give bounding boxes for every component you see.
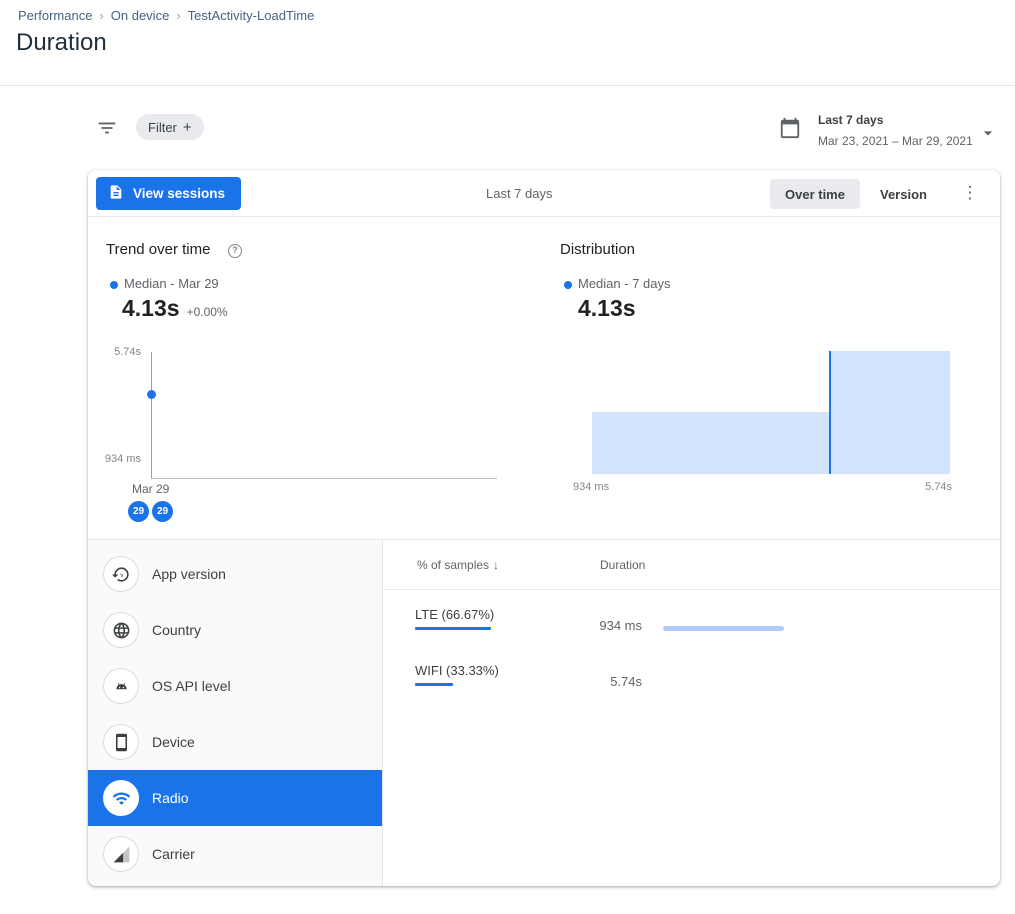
performance-duration-page: Performance › On device › TestActivity-L… xyxy=(0,0,1015,914)
row-label-wifi: WIFI (33.33%) xyxy=(415,663,499,678)
hist-bar xyxy=(592,412,831,474)
table-row[interactable]: LTE (66.67%) 934 ms xyxy=(384,590,1000,646)
percent-underline xyxy=(415,683,453,686)
globe-icon xyxy=(103,612,139,648)
distribution-x-max-label: 5.74s xyxy=(902,481,952,493)
page-title: Duration xyxy=(16,29,107,57)
header-duration[interactable]: Duration xyxy=(600,558,645,572)
trend-value-row: 4.13s +0.00% xyxy=(122,295,228,322)
smartphone-icon xyxy=(103,724,139,760)
wifi-icon xyxy=(103,780,139,816)
distribution-median-value: 4.13s xyxy=(578,295,636,322)
duration-range-bar xyxy=(663,626,784,631)
header-percent-of-samples[interactable]: % of samples ↓ xyxy=(417,558,499,572)
help-icon[interactable]: ? xyxy=(228,244,242,258)
filter-chip[interactable]: Filter + xyxy=(136,114,204,140)
breadcrumb: Performance › On device › TestActivity-L… xyxy=(18,8,314,23)
app-version-icon: v xyxy=(103,556,139,592)
toolbar-period-label: Last 7 days xyxy=(486,186,553,201)
charts-section: Trend over time ? Median - Mar 29 4.13s … xyxy=(88,217,1000,540)
breadcrumb-performance[interactable]: Performance xyxy=(18,8,92,23)
row-label-lte: LTE (66.67%) xyxy=(415,607,494,622)
trend-y-axis-line xyxy=(151,352,152,478)
document-icon xyxy=(108,184,124,203)
breadcrumb-separator: › xyxy=(99,8,103,23)
attr-item-radio[interactable]: Radio xyxy=(88,770,382,826)
range-slider-handle-end[interactable]: 29 xyxy=(152,501,173,522)
attributes-panel: v App version Country OS API level xyxy=(88,540,383,886)
attr-label: OS API level xyxy=(152,678,231,694)
svg-text:v: v xyxy=(120,571,124,578)
row-duration-lte: 934 ms xyxy=(554,618,642,633)
breadcrumb-trace-name: TestActivity-LoadTime xyxy=(188,8,315,23)
toggle-version[interactable]: Version xyxy=(866,179,941,209)
filter-chip-label: Filter xyxy=(148,120,177,135)
cell-signal-icon xyxy=(103,836,139,872)
breadcrumb-separator: › xyxy=(176,8,180,23)
more-options-icon[interactable]: ⋮ xyxy=(957,180,983,206)
trend-x-axis-line xyxy=(151,478,497,479)
percent-underline xyxy=(415,627,491,630)
calendar-icon xyxy=(779,117,801,144)
attr-label: Device xyxy=(152,734,195,750)
attr-label: Country xyxy=(152,622,201,638)
android-icon xyxy=(103,668,139,704)
distribution-title: Distribution xyxy=(560,241,635,258)
attr-item-os-api-level[interactable]: OS API level xyxy=(88,658,382,714)
hist-bar xyxy=(831,351,950,474)
trend-legend-label: Median - Mar 29 xyxy=(124,276,219,291)
distribution-legend-dot xyxy=(564,281,572,289)
sort-descending-icon: ↓ xyxy=(493,558,499,572)
distribution-value-row: 4.13s xyxy=(578,295,636,322)
toggle-over-time[interactable]: Over time xyxy=(770,179,860,209)
attr-item-country[interactable]: Country xyxy=(88,602,382,658)
header-percent-of-samples-label: % of samples xyxy=(417,558,489,572)
chevron-down-icon xyxy=(978,123,998,148)
duration-card: View sessions Last 7 days Over time Vers… xyxy=(88,170,1000,886)
attr-item-device[interactable]: Device xyxy=(88,714,382,770)
distribution-histogram xyxy=(592,351,950,474)
date-preset-label: Last 7 days xyxy=(818,113,883,127)
view-sessions-button[interactable]: View sessions xyxy=(96,177,241,210)
row-duration-wifi: 5.74s xyxy=(554,674,642,689)
trend-median-point xyxy=(147,390,156,399)
filter-list-icon[interactable] xyxy=(95,116,119,140)
trend-y-max-label: 5.74s xyxy=(88,346,141,358)
date-range-picker[interactable]: Last 7 days Mar 23, 2021 – Mar 29, 2021 xyxy=(770,106,1006,154)
trend-median-value: 4.13s xyxy=(122,295,180,322)
samples-table: % of samples ↓ Duration LTE (66.67%) 934 … xyxy=(384,540,1000,886)
attr-item-app-version[interactable]: v App version xyxy=(88,546,382,602)
breadcrumb-on-device[interactable]: On device xyxy=(111,8,170,23)
attr-label: App version xyxy=(152,566,226,582)
trend-legend-dot xyxy=(110,281,118,289)
view-sessions-label: View sessions xyxy=(133,186,225,201)
header-divider xyxy=(0,85,1015,86)
card-toolbar: View sessions Last 7 days Over time Vers… xyxy=(88,170,1000,217)
trend-x-label: Mar 29 xyxy=(132,482,169,496)
trend-delta: +0.00% xyxy=(187,305,228,319)
hist-median-line xyxy=(829,351,831,474)
table-header: % of samples ↓ Duration xyxy=(384,540,1000,590)
distribution-x-min-label: 934 ms xyxy=(573,481,609,493)
range-slider-handle-start[interactable]: 29 xyxy=(128,501,149,522)
attr-label: Carrier xyxy=(152,846,195,862)
table-row[interactable]: WIFI (33.33%) 5.74s xyxy=(384,646,1000,702)
attr-label: Radio xyxy=(152,790,189,806)
add-filter-icon: + xyxy=(183,119,192,136)
distribution-legend-label: Median - 7 days xyxy=(578,276,671,291)
trend-title: Trend over time xyxy=(106,241,210,258)
trend-y-min-label: 934 ms xyxy=(88,453,141,465)
breakdown-section: v App version Country OS API level xyxy=(88,540,1000,886)
date-range-label: Mar 23, 2021 – Mar 29, 2021 xyxy=(818,134,973,148)
attr-item-carrier[interactable]: Carrier xyxy=(88,826,382,882)
